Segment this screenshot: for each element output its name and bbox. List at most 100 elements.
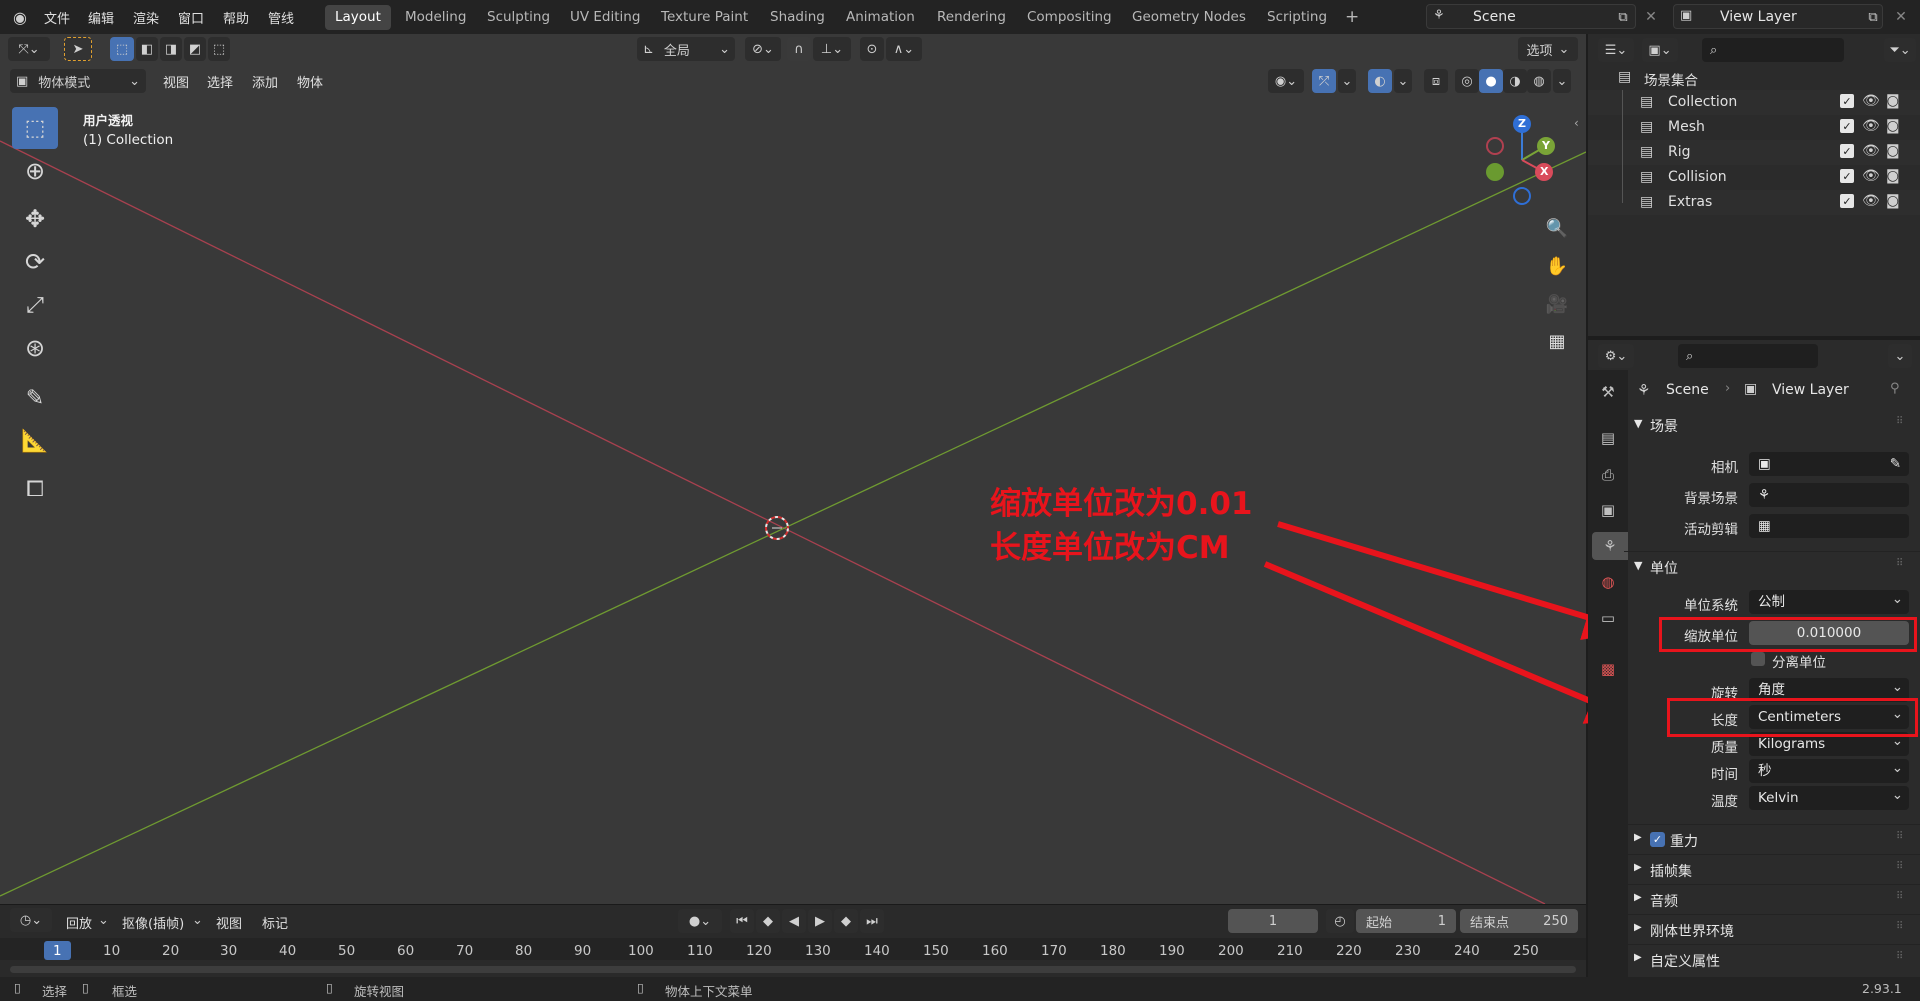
menu-window[interactable]: 窗口: [178, 8, 204, 27]
auto-keying-toggle[interactable]: ●⌄: [678, 909, 722, 933]
pivot-point-dropdown[interactable]: ⊘⌄: [745, 37, 781, 61]
proportional-edit-toggle[interactable]: ⊙: [860, 37, 884, 61]
section-custom-properties[interactable]: ▶ 自定义属性 ⠿: [1624, 944, 1920, 974]
options-dropdown[interactable]: 选项 ⌄: [1518, 37, 1578, 61]
separate-units-checkbox[interactable]: [1751, 652, 1765, 666]
include-checkbox[interactable]: ✓: [1840, 119, 1854, 133]
outliner-collection-row[interactable]: ▤ Collision ✓ 👁 ◙: [1588, 165, 1920, 190]
unit-system-dropdown[interactable]: 公制: [1749, 587, 1909, 614]
select-mode-subtract[interactable]: ◨: [160, 37, 182, 61]
camera-render-icon[interactable]: ◙: [1886, 193, 1900, 209]
jump-start-button[interactable]: ⏮: [730, 909, 754, 933]
select-tool-indicator[interactable]: ➤: [64, 37, 92, 61]
camera-view-button[interactable]: 🎥: [1540, 287, 1574, 321]
include-checkbox[interactable]: ✓: [1840, 144, 1854, 158]
close-scene-icon[interactable]: ✕: [1640, 6, 1662, 28]
camera-field[interactable]: ▣ ✎: [1749, 452, 1909, 476]
viewport-menu-select[interactable]: 选择: [207, 72, 233, 91]
section-units[interactable]: ▼ 单位 ⠿: [1624, 551, 1920, 581]
measure-tool[interactable]: 📐: [12, 420, 58, 462]
eyedropper-icon[interactable]: ✎: [1890, 452, 1901, 476]
timeline-scrollbar[interactable]: [10, 966, 1576, 973]
filter-dropdown[interactable]: ⏷⌄: [1884, 38, 1916, 62]
properties-search-input[interactable]: ⌕: [1678, 344, 1818, 368]
tab-texture[interactable]: ▩: [1594, 655, 1622, 683]
play-button[interactable]: ▶: [808, 909, 832, 933]
sidebar-toggle-icon[interactable]: ‹: [1574, 116, 1579, 130]
camera-render-icon[interactable]: ◙: [1886, 168, 1900, 184]
prev-keyframe-button[interactable]: ◆: [756, 909, 780, 933]
tab-render[interactable]: ▤: [1594, 424, 1622, 452]
shading-wireframe[interactable]: ◎: [1455, 69, 1479, 93]
select-mode-intersect[interactable]: ⬚: [208, 37, 230, 61]
end-frame-field[interactable]: 结束点 250: [1460, 909, 1578, 933]
viewport-menu-view[interactable]: 视图: [163, 72, 189, 91]
copy-scene-icon[interactable]: ⧉: [1612, 6, 1634, 28]
menu-file[interactable]: 文件: [44, 8, 70, 27]
view-layer-selector[interactable]: ▣ View Layer: [1673, 4, 1883, 29]
tab-compositing[interactable]: Compositing: [1017, 5, 1122, 30]
tab-scripting[interactable]: Scripting: [1257, 5, 1337, 30]
gizmo-dropdown[interactable]: ⌄: [1338, 69, 1356, 93]
add-cube-tool[interactable]: ⧠: [12, 468, 58, 510]
tab-sculpting[interactable]: Sculpting: [477, 5, 560, 30]
jump-end-button[interactable]: ⏭: [860, 909, 884, 933]
eye-icon[interactable]: 👁: [1862, 143, 1880, 159]
select-mode-extend[interactable]: ◧: [136, 37, 158, 61]
marker-menu[interactable]: 标记: [262, 913, 288, 932]
outliner-collection-row[interactable]: ▤ Extras ✓ 👁 ◙: [1588, 190, 1920, 215]
menu-pipeline[interactable]: 管线: [268, 8, 294, 27]
temperature-dropdown[interactable]: Kelvin: [1749, 783, 1909, 810]
tab-geometry-nodes[interactable]: Geometry Nodes: [1122, 5, 1256, 30]
overlay-toggle[interactable]: ◐: [1368, 69, 1392, 93]
display-mode-dropdown[interactable]: ▣⌄: [1642, 38, 1678, 62]
pan-button[interactable]: ✋: [1540, 249, 1574, 283]
next-keyframe-button[interactable]: ◆: [834, 909, 858, 933]
include-checkbox[interactable]: ✓: [1840, 194, 1854, 208]
ortho-toggle-button[interactable]: ▦: [1540, 324, 1574, 358]
include-checkbox[interactable]: ✓: [1840, 94, 1854, 108]
section-keying-sets[interactable]: ▶ 插帧集 ⠿: [1624, 854, 1920, 884]
tab-modeling[interactable]: Modeling: [395, 5, 476, 30]
viewport-menu-add[interactable]: 添加: [252, 72, 278, 91]
menu-help[interactable]: 帮助: [223, 8, 249, 27]
snap-target-dropdown[interactable]: ⊥⌄: [813, 37, 851, 61]
copy-view-layer-icon[interactable]: ⧉: [1862, 6, 1884, 28]
play-reverse-button[interactable]: ◀: [782, 909, 806, 933]
snap-toggle[interactable]: ∩: [787, 37, 811, 61]
scale-tool[interactable]: ⤢: [12, 284, 58, 326]
eye-icon[interactable]: 👁: [1862, 193, 1880, 209]
current-frame-field[interactable]: 1: [1228, 909, 1318, 933]
transform-tool[interactable]: ⊛: [12, 327, 58, 369]
editor-type-button[interactable]: ⤧⌄: [8, 37, 50, 61]
playback-menu[interactable]: 回放: [66, 913, 92, 932]
background-scene-field[interactable]: ⚘: [1749, 483, 1909, 507]
properties-editor-type[interactable]: ⚙⌄: [1598, 344, 1634, 368]
time-dropdown[interactable]: 秒: [1749, 756, 1909, 783]
outliner-search-input[interactable]: ⌕: [1702, 38, 1844, 62]
proportional-falloff-dropdown[interactable]: ∧⌄: [886, 37, 922, 61]
active-clip-field[interactable]: ▦: [1749, 514, 1909, 538]
tab-animation[interactable]: Animation: [836, 5, 925, 30]
add-workspace-button[interactable]: +: [1335, 5, 1369, 30]
overlay-dropdown[interactable]: ⌄: [1394, 69, 1412, 93]
select-box-tool[interactable]: ⬚: [12, 107, 58, 149]
shading-solid[interactable]: ●: [1479, 69, 1503, 93]
shading-dropdown[interactable]: ⌄: [1553, 69, 1571, 93]
timeline-view-menu[interactable]: 视图: [216, 913, 242, 932]
start-frame-field[interactable]: 起始 1: [1356, 909, 1456, 933]
pin-icon[interactable]: ⚲: [1890, 381, 1900, 396]
tab-rendering[interactable]: Rendering: [927, 5, 1016, 30]
scene-selector[interactable]: ⚘ Scene: [1426, 4, 1636, 29]
tab-layout[interactable]: Layout: [325, 5, 391, 30]
properties-options-dropdown[interactable]: ⌄: [1888, 344, 1912, 368]
gravity-checkbox[interactable]: ✓: [1650, 832, 1665, 847]
gizmo-toggle[interactable]: ⤱: [1312, 69, 1336, 93]
mode-dropdown[interactable]: ▣ 物体模式 ⌄: [10, 69, 146, 93]
section-gravity[interactable]: ▶ ✓ 重力 ⠿: [1624, 824, 1920, 854]
select-mode-new[interactable]: ⬚: [110, 37, 134, 61]
outliner-collection-row[interactable]: ▤ Collection ✓ 👁 ◙: [1588, 90, 1920, 115]
annotate-tool[interactable]: ✎: [12, 377, 58, 419]
move-tool[interactable]: ✥: [12, 198, 58, 240]
outliner-scene-collection[interactable]: ▤ 场景集合: [1588, 65, 1920, 90]
